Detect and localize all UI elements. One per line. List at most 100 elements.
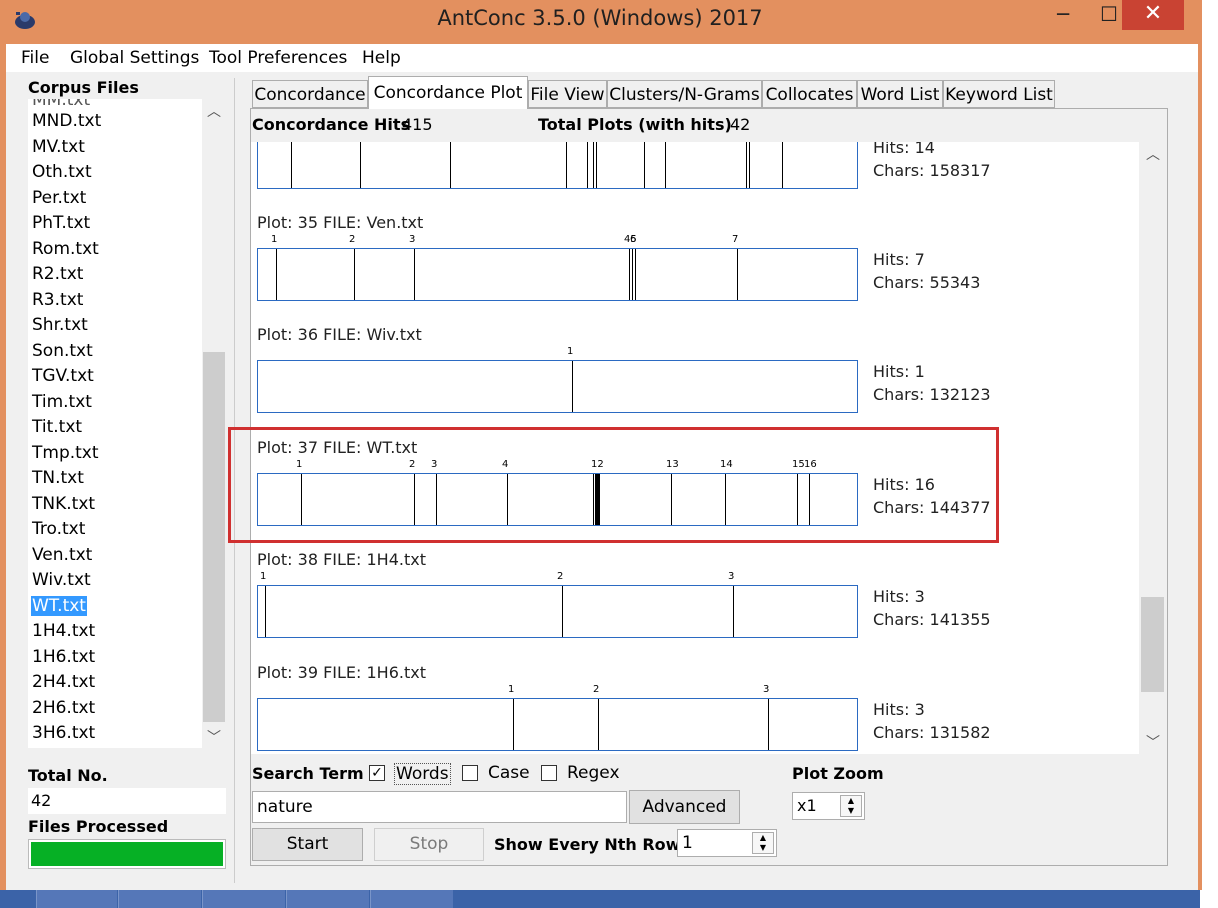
list-item[interactable]: Oth.txt <box>31 162 93 182</box>
hit-mark[interactable] <box>632 249 633 300</box>
hit-mark[interactable] <box>291 142 292 188</box>
list-item[interactable]: R3.txt <box>31 290 84 310</box>
words-option-label[interactable]: Words <box>394 763 451 785</box>
start-button[interactable]: Start <box>252 828 363 861</box>
hit-mark[interactable] <box>644 142 645 188</box>
hit-mark[interactable] <box>782 142 783 188</box>
hit-mark[interactable] <box>593 142 594 188</box>
hit-mark[interactable] <box>276 249 277 300</box>
list-item[interactable]: R2.txt <box>31 264 84 284</box>
search-input[interactable]: nature <box>252 791 627 823</box>
menu-file[interactable]: File <box>21 48 49 68</box>
list-item[interactable]: MV.txt <box>31 137 86 157</box>
chevron-down-icon[interactable]: ﹀ <box>207 727 221 747</box>
plot-bar[interactable] <box>257 585 858 638</box>
list-item[interactable]: WT.txt <box>31 595 87 616</box>
hit-mark[interactable] <box>562 586 563 637</box>
minimize-button[interactable]: ─ <box>1040 0 1086 30</box>
spinner-arrows-icon[interactable]: ▲ ▼ <box>840 795 862 817</box>
tab-concordance-plot[interactable]: Concordance Plot <box>368 76 528 109</box>
list-item[interactable]: Tit.txt <box>31 417 83 437</box>
plot-bar[interactable] <box>257 248 858 301</box>
checkmark-icon: ✓ <box>371 765 383 781</box>
plot-bar[interactable] <box>257 142 858 189</box>
list-item[interactable]: Ven.txt <box>31 545 93 565</box>
hit-mark[interactable] <box>629 249 630 300</box>
list-item[interactable]: Per.txt <box>31 188 87 208</box>
hit-mark[interactable] <box>746 142 747 188</box>
tab-keyword-list[interactable]: Keyword List <box>943 80 1055 108</box>
menu-tool-preferences[interactable]: Tool Preferences <box>209 48 347 68</box>
hit-mark[interactable] <box>596 142 597 188</box>
tab-word-list[interactable]: Word List <box>857 80 943 108</box>
hit-mark[interactable] <box>572 361 573 412</box>
hit-mark[interactable] <box>665 142 666 188</box>
words-checkbox[interactable]: ✓ <box>369 765 385 781</box>
plot-bar[interactable] <box>257 360 858 413</box>
taskbar-item[interactable] <box>202 890 285 908</box>
hit-mark[interactable] <box>768 699 769 750</box>
plot-scroll-thumb[interactable] <box>1141 597 1164 692</box>
case-option-label[interactable]: Case <box>488 763 530 783</box>
list-item[interactable]: Rom.txt <box>31 239 100 259</box>
list-item[interactable]: Shr.txt <box>31 315 89 335</box>
close-button[interactable]: ✕ <box>1122 0 1184 30</box>
hit-mark[interactable] <box>749 142 750 188</box>
stop-button[interactable]: Stop <box>374 828 484 861</box>
hit-mark[interactable] <box>354 249 355 300</box>
list-item[interactable]: 2H4.txt <box>31 672 96 692</box>
list-item[interactable]: PhT.txt <box>31 213 91 233</box>
chevron-down-icon[interactable]: ﹀ <box>1146 732 1160 752</box>
plot-bar[interactable] <box>257 698 858 751</box>
list-item[interactable]: Wiv.txt <box>31 570 92 590</box>
hit-mark[interactable] <box>265 586 266 637</box>
list-item[interactable]: MND.txt <box>31 111 102 131</box>
case-checkbox[interactable] <box>462 765 478 781</box>
menu-help[interactable]: Help <box>362 48 401 68</box>
hit-mark[interactable] <box>513 699 514 750</box>
hit-mark[interactable] <box>737 249 738 300</box>
hit-mark[interactable] <box>566 142 567 188</box>
list-item[interactable]: Tro.txt <box>31 519 86 539</box>
taskbar-item[interactable] <box>286 890 369 908</box>
hit-mark[interactable] <box>598 699 599 750</box>
total-plots-value: 42 <box>730 115 751 134</box>
taskbar-item[interactable] <box>36 890 117 908</box>
tab-collocates[interactable]: Collocates <box>762 80 857 108</box>
list-item[interactable]: Son.txt <box>31 341 94 361</box>
hit-mark[interactable] <box>635 249 636 300</box>
taskbar-item[interactable] <box>118 890 201 908</box>
list-item[interactable]: 2H6.txt <box>31 698 96 718</box>
file-list-scroll-thumb[interactable] <box>203 352 225 722</box>
list-item[interactable]: Tim.txt <box>31 392 93 412</box>
hit-number: 6 <box>630 234 637 245</box>
list-item[interactable]: TGV.txt <box>31 366 95 386</box>
plot-info: Hits: 1 Chars: 132123 <box>873 360 991 406</box>
corpus-file-list[interactable]: MM.txt MND.txt MV.txt Oth.txt Per.txt PhT.txt… <box>28 99 202 748</box>
hit-mark[interactable] <box>360 142 361 188</box>
advanced-button[interactable]: Advanced <box>629 790 740 824</box>
tab-clusters-n-grams[interactable]: Clusters/N-Grams <box>607 80 762 108</box>
tab-concordance[interactable]: Concordance <box>252 80 368 108</box>
hit-mark[interactable] <box>587 142 588 188</box>
list-item[interactable]: 1H4.txt <box>31 621 96 641</box>
list-item[interactable]: 3H6.txt <box>31 723 96 743</box>
chevron-up-icon[interactable]: ︿ <box>207 101 221 121</box>
regex-checkbox[interactable] <box>541 765 557 781</box>
regex-option-label[interactable]: Regex <box>567 763 620 783</box>
list-item[interactable]: TN.txt <box>31 468 85 488</box>
hit-mark[interactable] <box>450 142 451 188</box>
nth-row-spinner[interactable]: 1 ▲ ▼ <box>677 829 777 857</box>
taskbar-item[interactable] <box>370 890 453 908</box>
hit-mark[interactable] <box>733 586 734 637</box>
list-item-partial[interactable]: MM.txt <box>31 99 91 110</box>
tab-file-view[interactable]: File View <box>528 80 607 108</box>
chevron-up-icon[interactable]: ︿ <box>1146 144 1160 164</box>
list-item[interactable]: 1H6.txt <box>31 647 96 667</box>
list-item[interactable]: TNK.txt <box>31 494 96 514</box>
hit-mark[interactable] <box>414 249 415 300</box>
plot-zoom-spinner[interactable]: x1 ▲ ▼ <box>792 792 865 820</box>
menu-global-settings[interactable]: Global Settings <box>70 48 199 68</box>
spinner-arrows-icon[interactable]: ▲ ▼ <box>752 832 774 854</box>
list-item[interactable]: Tmp.txt <box>31 443 100 463</box>
